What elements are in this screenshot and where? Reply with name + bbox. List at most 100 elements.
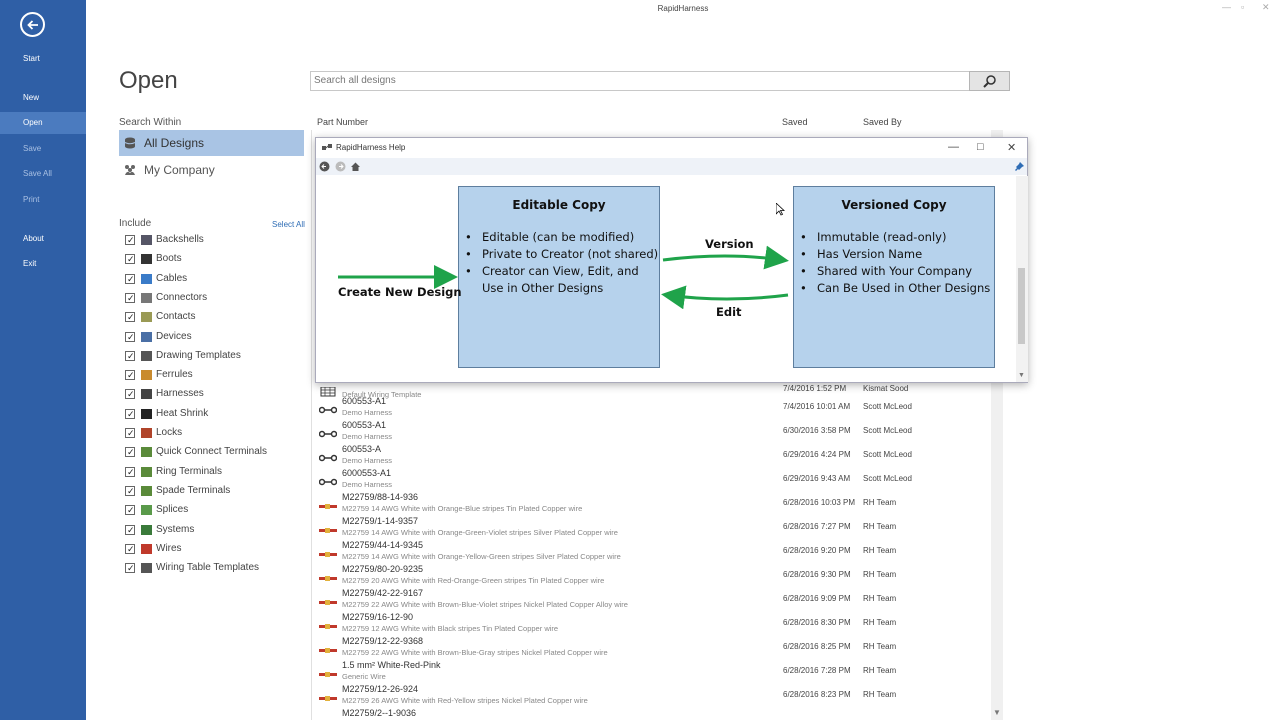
table-row[interactable]: M22759/88-14-936 M22759 14 AWG White with… — [316, 492, 996, 516]
include-item-label: Devices — [156, 330, 192, 342]
table-row[interactable]: 600553-A Demo Harness 6/29/2016 4:24 PM Sco… — [316, 444, 996, 468]
saved-date: 6/29/2016 9:43 AM — [783, 474, 851, 483]
part-number: 1.5 mm² White-Red-Pink — [342, 660, 441, 670]
table-row[interactable]: M22759/44-14-9345 M22759 14 AWG White wit… — [316, 540, 996, 564]
checkbox[interactable] — [125, 425, 135, 441]
checkbox[interactable] — [125, 251, 135, 267]
help-scroll-down-icon[interactable]: ▼ — [1018, 372, 1025, 379]
harness-icon — [318, 402, 338, 414]
table-row[interactable]: 6000553-A1 Demo Harness 6/29/2016 9:43 AM S… — [316, 468, 996, 492]
checkbox[interactable] — [125, 309, 135, 325]
version-arrow — [662, 245, 789, 270]
table-row[interactable]: M22759/42-22-9167 M22759 22 AWG White wit… — [316, 588, 996, 612]
select-all-link[interactable]: Select All — [272, 220, 305, 229]
help-scroll-thumb[interactable] — [1018, 268, 1025, 344]
saved-date: 6/28/2016 8:30 PM — [783, 618, 851, 627]
wire-icon — [319, 618, 337, 629]
harnesses-icon — [141, 389, 152, 400]
devices-icon — [141, 331, 152, 342]
col-saved-by[interactable]: Saved By — [863, 117, 902, 127]
checkbox[interactable] — [125, 290, 135, 306]
table-row[interactable]: 600553-A1 Demo Harness 6/30/2016 3:58 PM Sc… — [316, 420, 996, 444]
checkbox[interactable] — [125, 560, 135, 576]
checkbox[interactable] — [125, 329, 135, 345]
wire-icon — [319, 570, 337, 581]
saved-by: Scott McLeod — [863, 474, 912, 483]
search-button[interactable] — [969, 71, 1010, 91]
include-item-label: Backshells — [156, 234, 204, 245]
description: Demo Harness — [342, 432, 393, 441]
checkbox[interactable] — [125, 367, 135, 383]
all-designs-label: All Designs — [144, 136, 205, 150]
search-within-all-designs[interactable]: All Designs — [119, 130, 304, 156]
table-row[interactable]: M22759/1-14-9357 M22759 14 AWG White with… — [316, 516, 996, 540]
saved-by: RH Team — [863, 522, 897, 531]
back-arrow-icon[interactable] — [20, 12, 45, 37]
wire-icon — [319, 666, 337, 677]
checkbox[interactable] — [125, 483, 135, 499]
spade-terminals-icon — [141, 485, 152, 496]
close-icon[interactable]: ✕ — [1262, 2, 1270, 13]
description: Generic Wire — [342, 672, 386, 681]
description: M22759 22 AWG White with Brown-Blue-Viol… — [342, 600, 628, 609]
nav-print[interactable]: Print — [0, 189, 86, 211]
checkbox[interactable] — [125, 522, 135, 538]
help-window: RapidHarness Help — □ ✕ ▼ Editable Copy … — [315, 137, 1028, 383]
description: M22759 12 AWG White with Black stripes T… — [342, 624, 559, 633]
checkbox[interactable] — [125, 386, 135, 402]
checkbox[interactable] — [125, 444, 135, 460]
create-new-design-label: Create New Design — [338, 285, 462, 299]
table-row[interactable]: 600553-A1 Demo Harness 7/4/2016 10:01 AM Sc… — [316, 396, 996, 420]
col-part-number[interactable]: Part Number — [317, 117, 368, 127]
include-item-label: Wiring Table Templates — [156, 562, 260, 574]
table-row[interactable]: M22759/2--1-9036 — [316, 708, 996, 720]
checkbox[interactable] — [125, 271, 135, 287]
minimize-icon[interactable]: — — [1222, 2, 1231, 12]
saved-by: RH Team — [863, 546, 897, 555]
table-row[interactable]: M22759/16-12-90 M22759 12 AWG White with … — [316, 612, 996, 636]
checkbox[interactable] — [125, 502, 135, 518]
maximize-icon[interactable]: ▫ — [1241, 2, 1244, 12]
description: Demo Harness — [342, 480, 393, 489]
nav-new[interactable]: New — [0, 87, 86, 109]
table-row[interactable]: M22759/80-20-9235 M22759 20 AWG White wit… — [316, 564, 996, 588]
checkbox[interactable] — [125, 464, 135, 480]
ring-terminals-icon — [141, 466, 152, 477]
wires-icon — [141, 543, 152, 554]
col-saved[interactable]: Saved — [782, 117, 808, 127]
my-company-label: My Company — [144, 163, 215, 177]
checkbox[interactable] — [125, 348, 135, 364]
splices-icon — [141, 505, 152, 516]
search-input[interactable]: Search all designs — [310, 71, 970, 91]
search-within-my-company[interactable]: My Company — [119, 157, 304, 183]
table-row[interactable]: M22759/12-26-924 M22759 26 AWG White with… — [316, 684, 996, 708]
locks-icon — [141, 428, 152, 438]
nav-exit[interactable]: Exit — [0, 253, 86, 275]
wire-icon — [319, 546, 337, 557]
nav-save[interactable]: Save — [0, 138, 86, 160]
flow-arrows — [338, 245, 789, 310]
checkbox[interactable] — [125, 406, 135, 422]
part-number: 600553-A1 — [342, 396, 387, 406]
checkbox[interactable] — [125, 232, 135, 248]
contacts-icon — [141, 312, 152, 323]
checkbox[interactable] — [125, 541, 135, 557]
include-item-label: Drawing Templates — [156, 349, 241, 361]
help-scrollbar[interactable] — [1016, 176, 1028, 382]
nav-start[interactable]: Start — [0, 48, 86, 70]
database-icon — [124, 137, 136, 149]
nav-about[interactable]: About — [0, 228, 86, 250]
saved-date: 6/28/2016 7:27 PM — [783, 522, 851, 531]
saved-date: 7/4/2016 1:52 PM — [783, 384, 847, 393]
nav-open[interactable]: Open — [0, 112, 86, 134]
table-row[interactable]: M22759/12-22-9368 M22759 22 AWG White wit… — [316, 636, 996, 660]
description: M22759 20 AWG White with Red-Orange-Gree… — [342, 576, 605, 585]
version-label: Version — [705, 237, 754, 251]
window-title: RapidHarness — [657, 4, 709, 13]
include-item-label: Connectors — [156, 291, 208, 303]
harness-icon — [318, 426, 338, 438]
page-title: Open — [119, 67, 178, 94]
table-row[interactable]: 1.5 mm² White-Red-Pink Generic Wire 6/28/2… — [316, 660, 996, 684]
systems-icon — [141, 524, 152, 535]
nav-save-all[interactable]: Save All — [0, 163, 86, 185]
